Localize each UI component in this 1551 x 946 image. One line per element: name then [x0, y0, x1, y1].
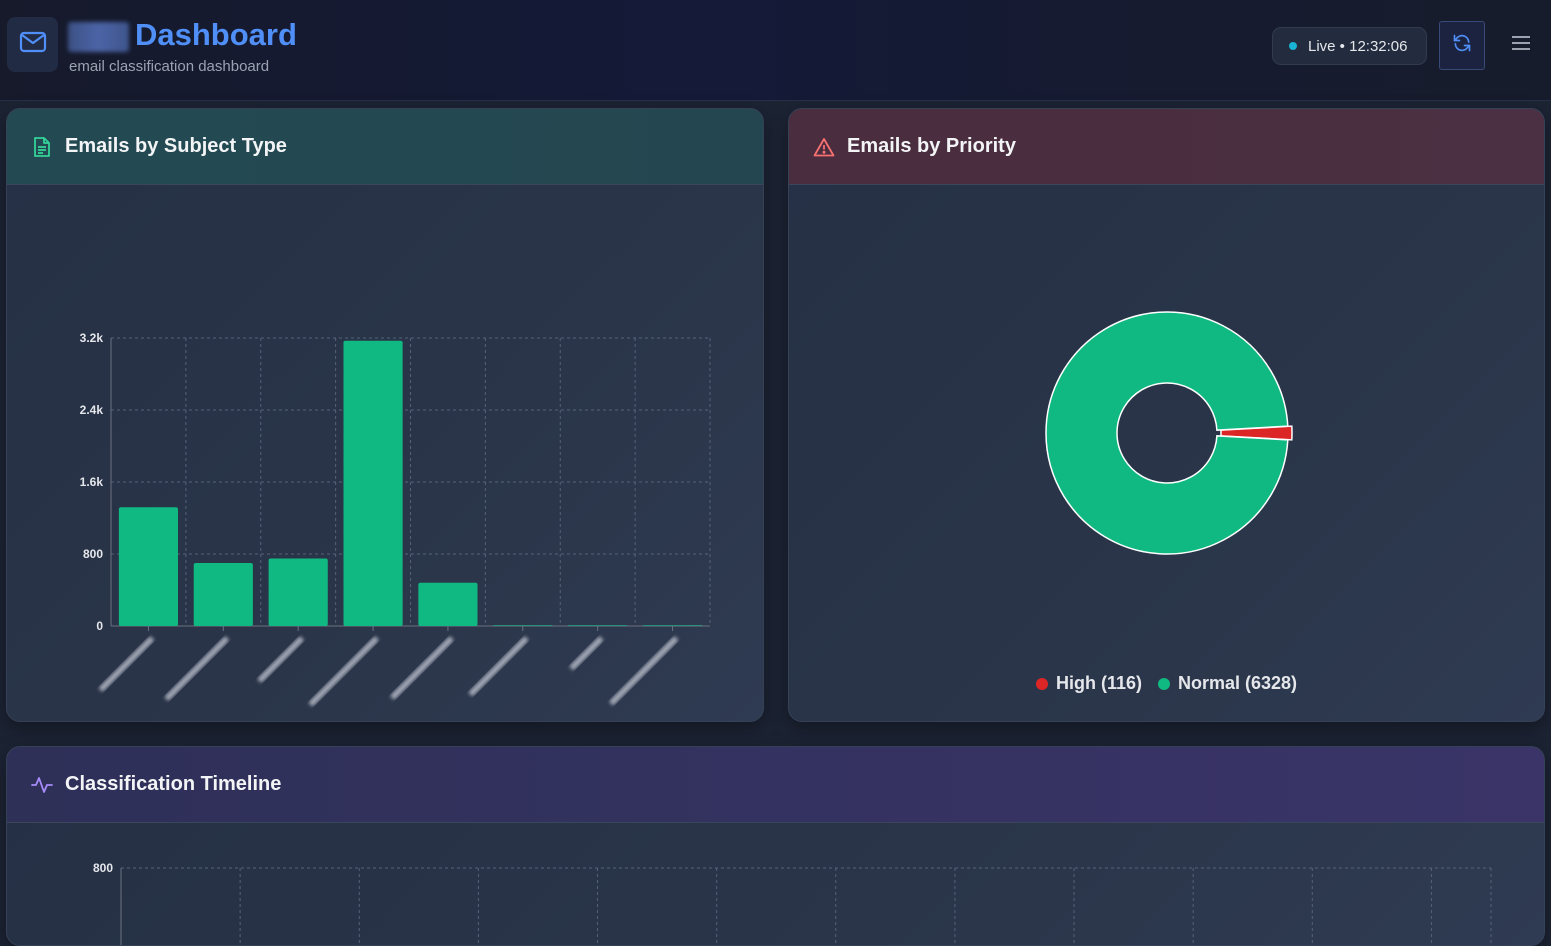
- card-title: Emails by Subject Type: [65, 135, 287, 157]
- live-status-text: Live • 12:32:06: [1308, 37, 1408, 55]
- x-tick-label-redacted: [468, 636, 529, 696]
- timeline-line-chart: 800: [93, 861, 1492, 945]
- refresh-icon: [1452, 33, 1472, 58]
- legend-label-high: High (116): [1055, 673, 1142, 693]
- bar: [268, 558, 328, 626]
- y-tick-label: 0: [96, 619, 103, 633]
- x-tick-label-redacted: [164, 636, 229, 701]
- x-tick-label-redacted: [257, 636, 304, 683]
- logo-button[interactable]: [7, 17, 58, 72]
- bar: [568, 625, 628, 626]
- redacted-brand-logo: [68, 22, 129, 52]
- priority-card: Emails by Priority High (116) Normal (63…: [788, 108, 1545, 722]
- timeline-card: Classification Timeline 800: [6, 746, 1545, 946]
- card-header: Emails by Priority: [789, 109, 1544, 185]
- card-header: Emails by Subject Type: [7, 109, 763, 185]
- live-indicator-dot: [1289, 42, 1297, 50]
- x-tick-label-redacted: [569, 636, 603, 670]
- y-tick-label: 800: [83, 547, 103, 561]
- x-tick-label-redacted: [99, 636, 154, 692]
- legend-label-normal: Normal (6328): [1177, 673, 1298, 693]
- refresh-button[interactable]: [1439, 21, 1485, 70]
- live-status-badge: Live • 12:32:06: [1272, 27, 1427, 65]
- legend-item-normal[interactable]: Normal (6328): [1157, 673, 1298, 694]
- y-tick-label: 1.6k: [80, 475, 104, 489]
- bar: [193, 563, 253, 626]
- legend-swatch-normal: [1157, 677, 1170, 690]
- subject-type-card: Emails by Subject Type 0 800 1.6k 2.4k 3.2k: [6, 108, 764, 722]
- card-header: Classification Timeline: [7, 747, 1544, 823]
- bar: [493, 625, 553, 626]
- hamburger-menu-icon: [1511, 34, 1531, 57]
- chart-legend: High (116) Normal (6328): [789, 673, 1544, 694]
- mail-icon: [19, 31, 47, 58]
- bar: [418, 582, 478, 626]
- page-subtitle: email classification dashboard: [69, 58, 270, 75]
- y-tick-label: 3.2k: [80, 331, 104, 345]
- bar: [642, 625, 703, 626]
- activity-icon: [31, 774, 53, 796]
- menu-button[interactable]: [1506, 30, 1536, 60]
- priority-donut-chart: [1045, 311, 1293, 555]
- card-title: Emails by Priority: [847, 135, 1016, 157]
- app-header: Dashboard email classification dashboard…: [0, 0, 1551, 101]
- legend-swatch-high: [1035, 677, 1048, 690]
- page-title: Dashboard: [135, 17, 297, 52]
- bar: [343, 340, 403, 626]
- x-tick-label-redacted: [309, 636, 379, 707]
- subject-bar-chart: 0 800 1.6k 2.4k 3.2k: [80, 331, 711, 707]
- document-icon: [31, 136, 53, 158]
- warning-triangle-icon: [813, 136, 835, 158]
- x-tick-label-redacted: [609, 636, 678, 705]
- y-tick-label: 800: [93, 861, 113, 875]
- y-tick-label: 2.4k: [80, 403, 104, 417]
- legend-item-high[interactable]: High (116): [1035, 673, 1142, 694]
- x-tick-label-redacted: [390, 636, 454, 700]
- bar: [118, 507, 179, 626]
- card-title: Classification Timeline: [65, 773, 282, 795]
